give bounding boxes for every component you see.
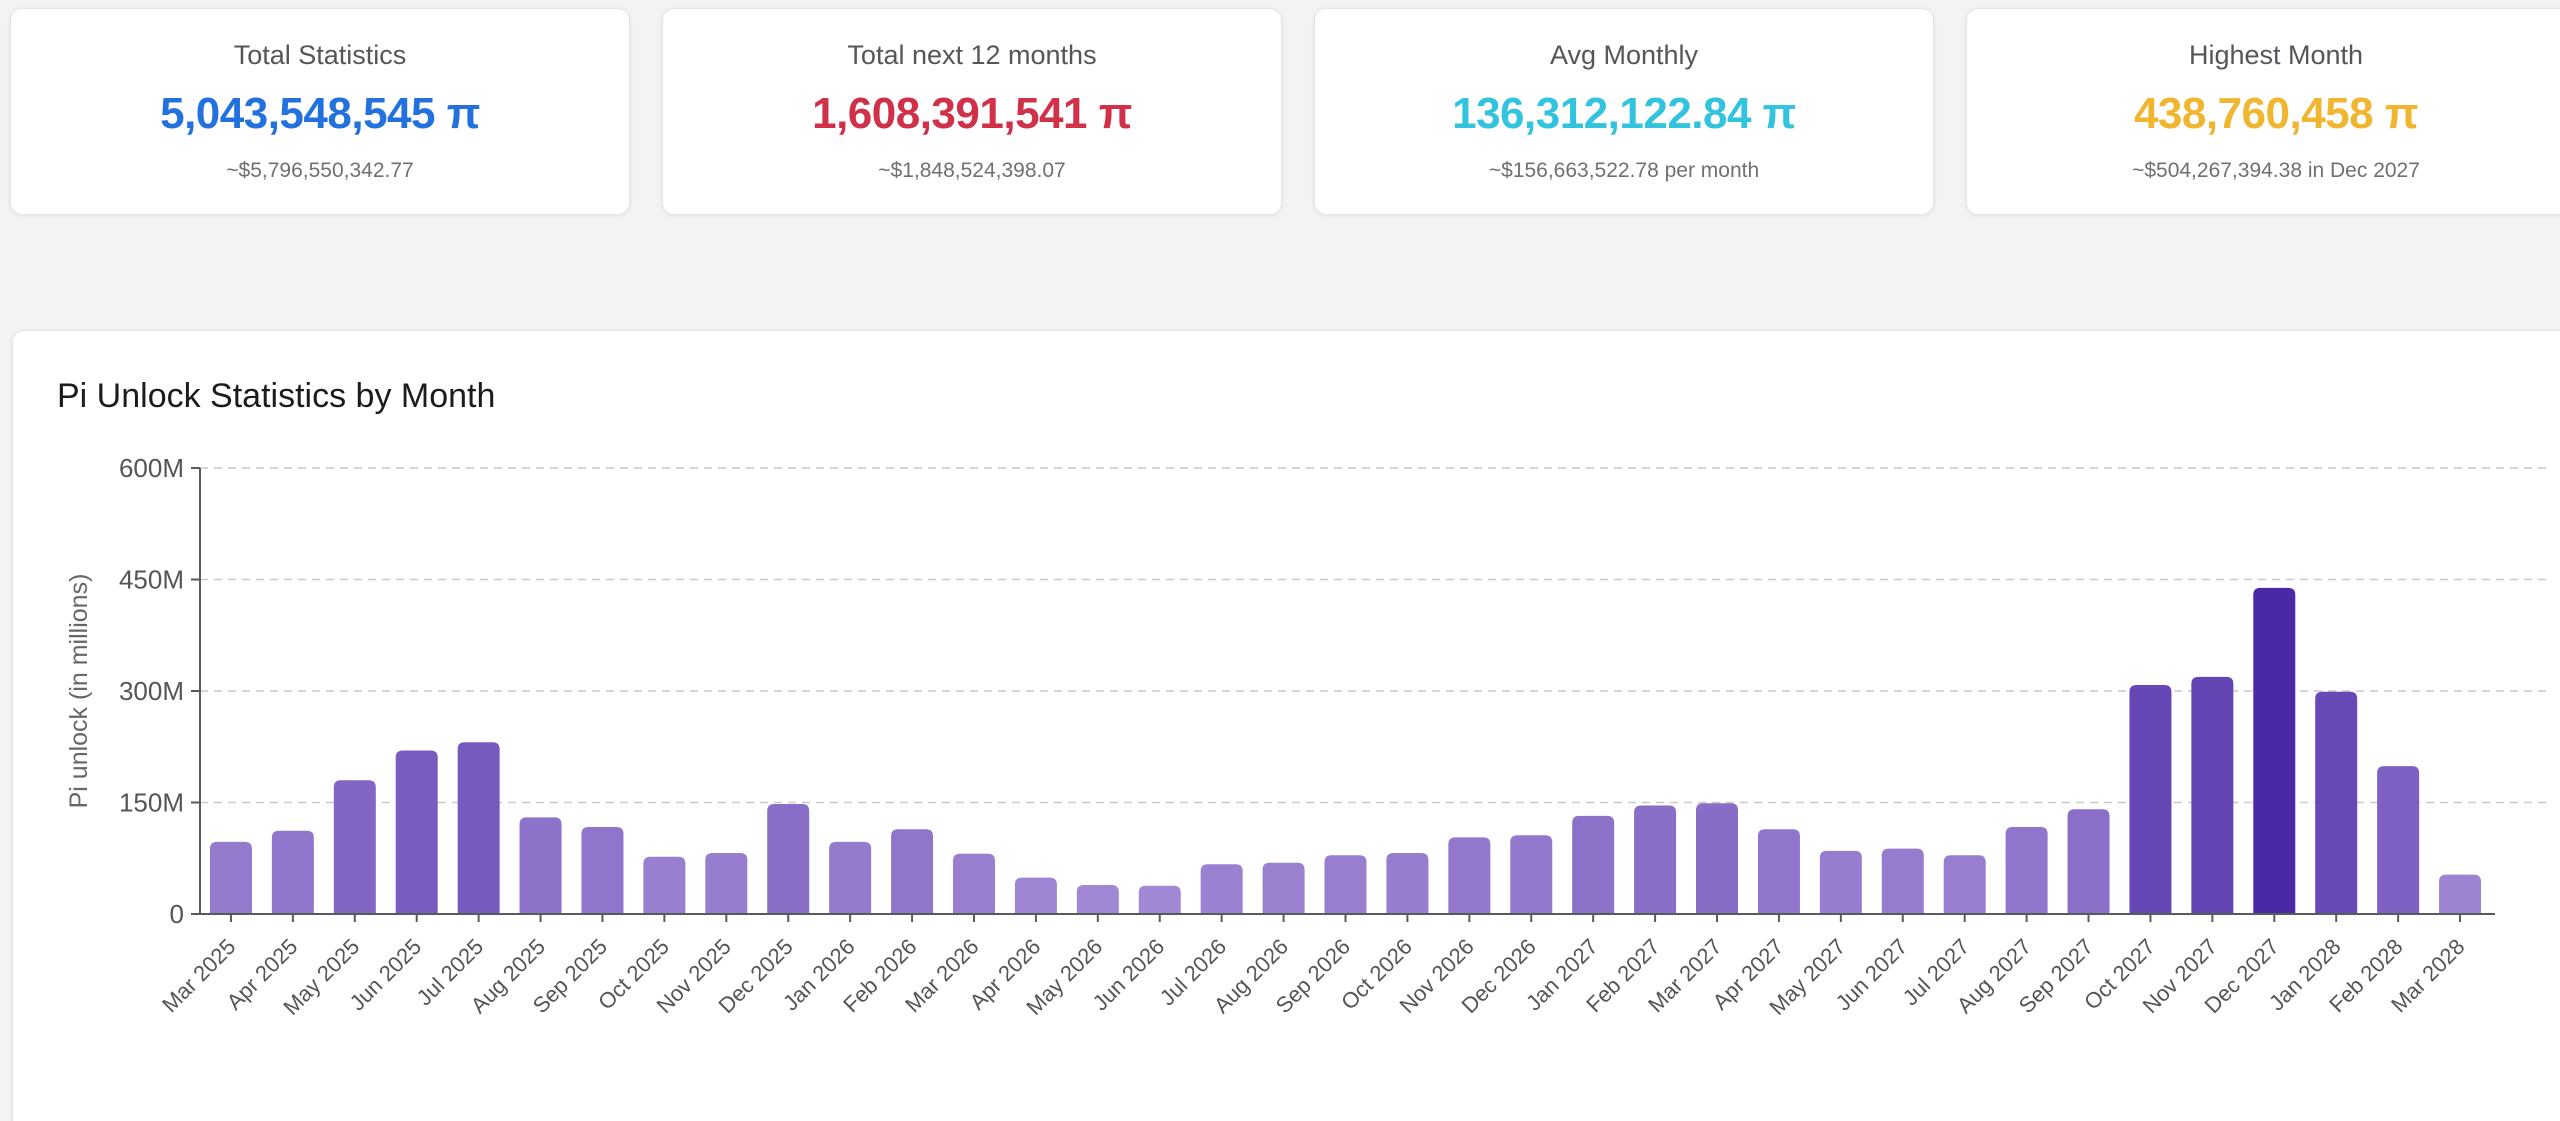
bar-Jul-2027[interactable] bbox=[1944, 855, 1986, 914]
bar-Feb-2026[interactable] bbox=[891, 829, 933, 914]
bar-Jan-2026[interactable] bbox=[829, 842, 871, 914]
bar-Oct-2026[interactable] bbox=[1386, 853, 1428, 914]
bar-Jun-2026[interactable] bbox=[1139, 886, 1181, 914]
bar-Jan-2028[interactable] bbox=[2315, 692, 2357, 914]
bar-Dec-2025[interactable] bbox=[767, 804, 809, 914]
stat-label: Avg Monthly bbox=[1550, 40, 1698, 71]
stat-card-highest-month: Highest Month 438,760,458 π ~$504,267,39… bbox=[1966, 8, 2560, 215]
bar-Apr-2027[interactable] bbox=[1758, 829, 1800, 914]
y-tick-label: 0 bbox=[170, 899, 184, 929]
bar-Dec-2026[interactable] bbox=[1510, 835, 1552, 914]
stat-subtext: ~$1,848,524,398.07 bbox=[878, 159, 1065, 183]
bar-Sep-2027[interactable] bbox=[2068, 809, 2110, 914]
bar-Feb-2027[interactable] bbox=[1634, 805, 1676, 914]
y-tick-label: 300M bbox=[119, 676, 184, 706]
bar-chart: 0150M300M450M600MMar 2025Apr 2025May 202… bbox=[25, 438, 2560, 1098]
bar-Oct-2025[interactable] bbox=[643, 857, 685, 914]
stat-subtext: ~$504,267,394.38 in Dec 2027 bbox=[2132, 159, 2420, 183]
bar-Jul-2025[interactable] bbox=[458, 742, 500, 914]
stat-card-total-next-12-months: Total next 12 months 1,608,391,541 π ~$1… bbox=[662, 8, 1282, 215]
bar-Jul-2026[interactable] bbox=[1201, 864, 1243, 914]
pi-unlock-chart-card: Pi Unlock Statistics by Month 0 150M 300M 4… bbox=[12, 330, 2560, 1121]
bar-Aug-2025[interactable] bbox=[520, 817, 562, 914]
bar-Jan-2027[interactable] bbox=[1572, 816, 1614, 914]
bar-Mar-2026[interactable] bbox=[953, 854, 995, 914]
bar-May-2026[interactable] bbox=[1077, 885, 1119, 914]
stat-label: Highest Month bbox=[2189, 40, 2363, 71]
bar-Sep-2025[interactable] bbox=[581, 827, 623, 914]
bar-May-2027[interactable] bbox=[1820, 851, 1862, 914]
stats-row: Total Statistics 5,043,548,545 π ~$5,796… bbox=[0, 0, 2560, 215]
bar-Jun-2027[interactable] bbox=[1882, 849, 1924, 914]
y-axis-title: Pi unlock (in millions) bbox=[65, 574, 93, 809]
bar-Nov-2026[interactable] bbox=[1448, 837, 1490, 914]
y-tick-label: 600M bbox=[119, 453, 184, 483]
bar-Oct-2027[interactable] bbox=[2129, 685, 2171, 914]
bar-Nov-2025[interactable] bbox=[705, 853, 747, 914]
stat-subtext: ~$156,663,522.78 per month bbox=[1489, 159, 1759, 183]
stat-subtext: ~$5,796,550,342.77 bbox=[226, 159, 413, 183]
stat-label: Total Statistics bbox=[234, 40, 407, 71]
stat-value: 438,760,458 π bbox=[2134, 89, 2418, 139]
stat-card-avg-monthly: Avg Monthly 136,312,122.84 π ~$156,663,5… bbox=[1314, 8, 1934, 215]
bar-Mar-2028[interactable] bbox=[2439, 875, 2481, 914]
bar-Aug-2027[interactable] bbox=[2006, 827, 2048, 914]
bar-Nov-2027[interactable] bbox=[2191, 677, 2233, 914]
stat-value: 1,608,391,541 π bbox=[812, 89, 1132, 139]
bar-Mar-2025[interactable] bbox=[210, 842, 252, 914]
y-tick-label: 150M bbox=[119, 788, 184, 818]
bar-Aug-2026[interactable] bbox=[1263, 863, 1305, 914]
bar-chart-svg: 0150M300M450M600MMar 2025Apr 2025May 202… bbox=[25, 438, 2560, 1098]
stat-value: 136,312,122.84 π bbox=[1452, 89, 1796, 139]
stat-card-total-statistics: Total Statistics 5,043,548,545 π ~$5,796… bbox=[10, 8, 630, 215]
stat-label: Total next 12 months bbox=[847, 40, 1096, 71]
bar-Feb-2028[interactable] bbox=[2377, 766, 2419, 914]
bar-Sep-2026[interactable] bbox=[1325, 855, 1367, 914]
stat-value: 5,043,548,545 π bbox=[160, 89, 480, 139]
y-tick-label: 450M bbox=[119, 565, 184, 595]
chart-title: Pi Unlock Statistics by Month bbox=[57, 377, 2560, 416]
bar-Apr-2026[interactable] bbox=[1015, 878, 1057, 914]
bar-Jun-2025[interactable] bbox=[396, 750, 438, 914]
bar-Dec-2027[interactable] bbox=[2253, 588, 2295, 914]
bar-Apr-2025[interactable] bbox=[272, 831, 314, 914]
bar-May-2025[interactable] bbox=[334, 780, 376, 914]
bar-Mar-2027[interactable] bbox=[1696, 803, 1738, 914]
